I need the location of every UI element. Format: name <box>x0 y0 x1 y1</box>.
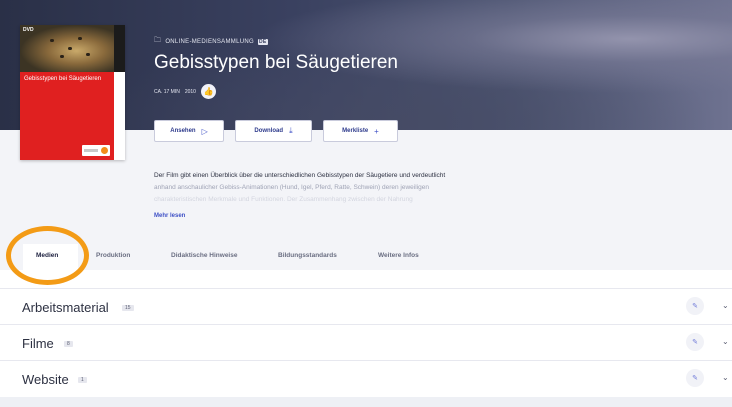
section-count: 1 <box>78 377 87 383</box>
download-button[interactable]: Download ⤓ <box>235 120 312 142</box>
duration: CA. 17 MIN <box>154 88 180 95</box>
pencil-icon[interactable]: ✎ <box>686 333 704 351</box>
chevron-down-icon[interactable]: ⌄ <box>722 337 729 346</box>
collection-icon: 🗀 <box>154 37 162 44</box>
action-buttons: Ansehen ▷ Download ⤓ Merkliste + <box>154 120 398 142</box>
thumbs-up-icon[interactable]: 👍 <box>200 84 216 99</box>
pencil-icon[interactable]: ✎ <box>686 297 704 315</box>
cover-image: DVD Gebisstypen bei Säugetieren <box>20 25 125 160</box>
cover-photo <box>20 25 114 72</box>
watchlist-button[interactable]: Merkliste + <box>323 120 398 142</box>
cover-title: Gebisstypen bei Säugetieren <box>24 76 102 82</box>
section-arbeitsmaterial[interactable]: Arbeitsmaterial 15 ✎ ⌄ <box>0 288 732 324</box>
section-label: Arbeitsmaterial <box>22 300 109 315</box>
tab-bildungsstandards[interactable]: Bildungsstandards <box>278 252 337 259</box>
collection-text: ONLINE-MEDIENSAMMLUNG <box>165 38 254 45</box>
tab-produktion[interactable]: Produktion <box>96 252 130 259</box>
year: 2010 <box>184 88 196 95</box>
section-label: Filme <box>22 336 54 351</box>
download-icon: ⤓ <box>289 126 293 135</box>
section-count: 8 <box>64 341 73 347</box>
cover-logo <box>82 145 110 156</box>
download-button-label: Download <box>254 128 284 134</box>
tab-bar: Medien Produktion Didaktische Hinweise B… <box>0 244 732 270</box>
description-line: anhand anschaulicher Gebiss-Animationen … <box>154 184 429 191</box>
pencil-icon[interactable]: ✎ <box>686 369 704 387</box>
tab-didaktische-hinweise[interactable]: Didaktische Hinweise <box>171 252 237 259</box>
tab-weitere-infos[interactable]: Weitere Infos <box>378 252 419 259</box>
page-footer-strip <box>0 397 732 407</box>
cover-dvd-label: DVD <box>23 27 34 33</box>
section-filme[interactable]: Filme 8 ✎ ⌄ <box>0 324 732 360</box>
section-label: Website <box>22 372 69 387</box>
play-outline-icon: ▷ <box>201 126 208 136</box>
collection-label: 🗀 ONLINE-MEDIENSAMMLUNG DE <box>154 36 268 47</box>
description: Der Film gibt einen Überblick über die u… <box>154 170 554 206</box>
chevron-down-icon[interactable]: ⌄ <box>722 301 729 310</box>
highlight-circle <box>6 226 89 285</box>
media-meta: CA. 17 MIN 2010 👍 <box>154 84 216 99</box>
collection-badge: DE <box>257 38 268 45</box>
watch-button[interactable]: Ansehen ▷ <box>154 120 224 142</box>
cover-spine-top <box>114 25 125 72</box>
description-line: charakteristischen Merkmale und Funktion… <box>154 196 413 203</box>
chevron-down-icon[interactable]: ⌄ <box>722 373 729 382</box>
section-count: 15 <box>122 305 134 311</box>
watch-button-label: Ansehen <box>170 128 196 134</box>
section-website[interactable]: Website 1 ✎ ⌄ <box>0 360 732 396</box>
read-more-link[interactable]: Mehr lesen <box>154 213 185 219</box>
page-title: Gebisstypen bei Säugetieren <box>154 52 398 73</box>
description-line: Der Film gibt einen Überblick über die u… <box>154 172 446 179</box>
watchlist-button-label: Merkliste <box>342 128 369 134</box>
plus-icon: + <box>374 126 379 136</box>
